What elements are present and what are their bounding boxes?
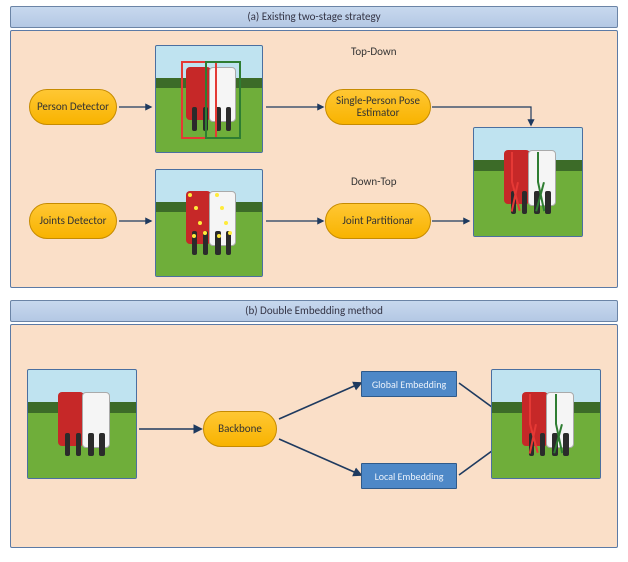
panel-b-title: (b) Double Embedding method	[10, 300, 618, 322]
panel-a-body: Top-Down Down-Top Person Detector Joints…	[10, 30, 618, 288]
box-joints-detector: Joints Detector	[29, 203, 117, 239]
box-backbone: Backbone	[203, 411, 277, 447]
label-top-down: Top-Down	[351, 45, 397, 58]
label-down-top: Down-Top	[351, 175, 397, 188]
panel-b-body: Backbone Global Embedding Local Embeddin…	[10, 324, 618, 548]
diagram-stage: (a) Existing two-stage strategy Top-Down…	[0, 0, 628, 562]
image-players-keypoints	[155, 169, 263, 277]
box-person-detector: Person Detector	[29, 89, 117, 125]
box-global-embedding: Global Embedding	[361, 371, 457, 397]
box-single-person-estimator: Single-Person Pose Estimator	[325, 89, 431, 125]
box-local-embedding: Local Embedding	[361, 463, 457, 489]
image-players-bbox	[155, 45, 263, 153]
image-result-pose-a	[473, 127, 583, 237]
image-result-pose-b	[491, 369, 601, 479]
panel-a-title: (a) Existing two-stage strategy	[10, 6, 618, 28]
image-input-players	[27, 369, 137, 479]
box-joint-partitionar: Joint Partitionar	[325, 203, 431, 239]
